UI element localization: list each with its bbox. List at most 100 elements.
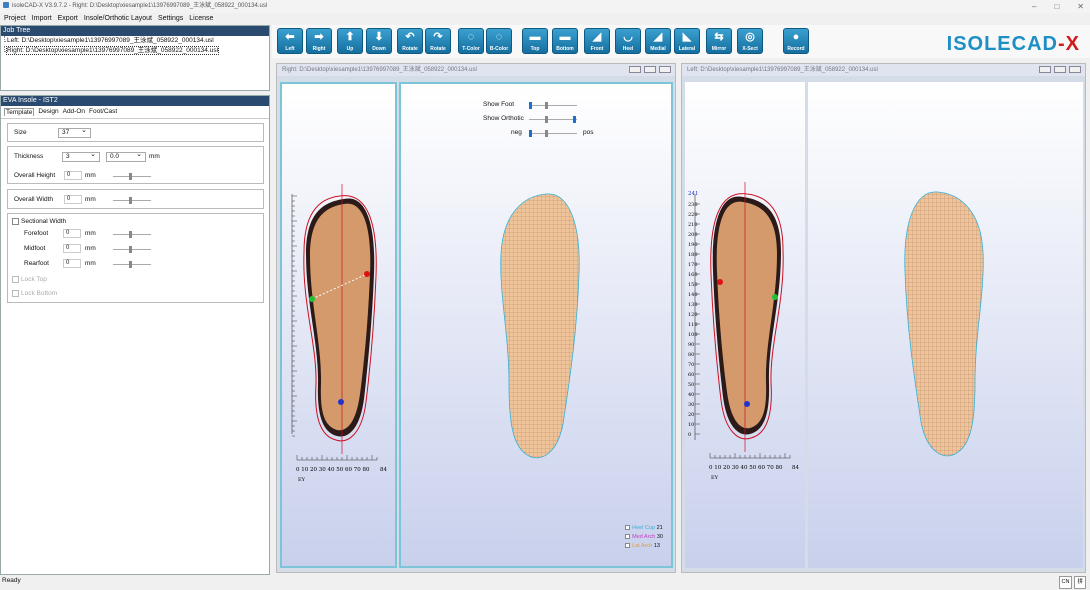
lock-top-checkbox[interactable]: Lock Top: [12, 276, 47, 283]
toolbar-button-bottom-9[interactable]: ▬ Bottom: [552, 28, 578, 54]
toolbar-button-label: Right: [312, 46, 326, 52]
rotate-ccw-icon: ↶: [405, 31, 415, 43]
menu-settings[interactable]: Settings: [158, 13, 183, 25]
right-plantar-pane[interactable]: 0 10 20 30 40 50 60 70 80 84 EY: [280, 82, 397, 568]
v-ruler-label: 130: [688, 302, 698, 308]
bottom-view-icon: ▬: [559, 31, 571, 43]
close-icon[interactable]: ✕: [1077, 0, 1084, 13]
v-ruler-label: 170: [688, 262, 698, 268]
midfoot-slider[interactable]: [113, 246, 151, 253]
left-view-minimize-button[interactable]: [1039, 66, 1051, 73]
orthotic-legend: Heel Cup 21 Med Arch 30 Lat Arch 13: [625, 524, 663, 551]
left-foot-view[interactable]: Left: D:\Desktop\xiesample1\13976997089_…: [681, 63, 1086, 573]
toolbar-button-label: Top: [530, 46, 540, 52]
toolbar-button-left-0[interactable]: ⬅ Left: [277, 28, 303, 54]
toolbar-button-medial-12[interactable]: ◢ Medial: [645, 28, 671, 54]
overall-height-input[interactable]: 0: [64, 171, 82, 180]
legend-item[interactable]: Heel Cup 21: [625, 524, 663, 533]
v-ruler-labels: 2302202102001901801701601501401301201101…: [688, 202, 700, 438]
left-h-ruler-side: EY: [711, 475, 719, 481]
thickness-select[interactable]: 3: [62, 151, 100, 162]
toolbar-button-label: Front: [590, 46, 604, 52]
left-plantar-pane[interactable]: 241 230 220 210 200 190 180 170 160 150 140 130 120…: [685, 82, 805, 568]
toolbar-button-lateral-13[interactable]: ◣ Lateral: [674, 28, 700, 54]
left-lateral-marker[interactable]: [717, 279, 723, 285]
toolbar-button-front-10[interactable]: ◢ Front: [584, 28, 610, 54]
v-ruler-label: 50: [688, 382, 694, 388]
toolbar-button-t-color-6[interactable]: ◌ T-Color: [458, 28, 484, 54]
toolbar-button-label: Down: [372, 46, 386, 52]
right-view-restore-button[interactable]: [644, 66, 656, 73]
tab-design[interactable]: Design: [38, 108, 58, 116]
lock-bottom-checkbox[interactable]: Lock Bottom: [12, 290, 57, 297]
job-tree-item-right[interactable]: Right: D:\Desktop\xiesample1\13976997089…: [1, 46, 269, 56]
left-medial-marker[interactable]: [772, 294, 778, 300]
toolbar-button-mirror-14[interactable]: ⇆ Mirror: [706, 28, 732, 54]
left-heel-marker[interactable]: [744, 401, 750, 407]
overall-height-slider[interactable]: [113, 173, 151, 180]
overall-width-input[interactable]: 0: [64, 195, 82, 204]
logo-cad: CAD: [1011, 33, 1058, 55]
menu-license[interactable]: License: [189, 13, 213, 25]
sectional-width-checkbox[interactable]: Sectional Width: [12, 218, 66, 225]
right-orthotic-pane[interactable]: Show Foot Show Orthotic neg pos Heel Cup…: [399, 82, 673, 568]
arrow-down-icon: ⬇: [374, 31, 384, 43]
maximize-icon[interactable]: □: [1054, 0, 1059, 13]
left-orthotic-pane[interactable]: [808, 82, 1083, 568]
tab-add-on[interactable]: Add-On: [63, 108, 85, 116]
medial-marker[interactable]: [309, 296, 315, 302]
ime-indicator[interactable]: CN: [1058, 576, 1073, 589]
left-orthotic-mesh[interactable]: [904, 191, 984, 457]
left-view-restore-button[interactable]: [1054, 66, 1066, 73]
toolbar-button-b-color-7[interactable]: ◌ B-Color: [486, 28, 512, 54]
size-select[interactable]: 37: [58, 127, 91, 138]
menu-import[interactable]: Import: [32, 13, 52, 25]
overall-width-group: Overall Width 0 mm: [7, 189, 264, 209]
tab-template[interactable]: Template: [4, 108, 35, 116]
left-h-ruler-labels: 0 10 20 30 40 50 60 70 80: [709, 465, 783, 471]
legend-item[interactable]: Med Arch 30: [625, 533, 663, 542]
right-view-close-button[interactable]: [659, 66, 671, 73]
menu-project[interactable]: Project: [4, 13, 26, 25]
thickness-offset-select[interactable]: 0.0: [106, 151, 146, 162]
lateral-marker[interactable]: [364, 271, 370, 277]
toolbar-button-record-16[interactable]: ● Record: [783, 28, 809, 54]
toolbar-button-label: Rotate: [402, 46, 418, 52]
right-view-minimize-button[interactable]: [629, 66, 641, 73]
toolbar-button-heel-11[interactable]: ◡ Heel: [615, 28, 641, 54]
rearfoot-input[interactable]: 0: [63, 259, 81, 268]
toolbar-button-up-2[interactable]: ⬆ Up: [337, 28, 363, 54]
rearfoot-slider[interactable]: [113, 261, 151, 268]
forefoot-input[interactable]: 0: [63, 229, 81, 238]
right-orthotic-mesh[interactable]: [500, 193, 580, 459]
job-tree-title: Job Tree: [1, 26, 269, 36]
left-view-close-button[interactable]: [1069, 66, 1081, 73]
menu-export[interactable]: Export: [58, 13, 78, 25]
midfoot-label: Midfoot: [24, 245, 46, 252]
midfoot-input[interactable]: 0: [63, 244, 81, 253]
top-view-icon: ▬: [529, 31, 541, 43]
minimize-icon[interactable]: –: [1032, 0, 1036, 13]
arrow-right-icon: ➡: [314, 31, 324, 43]
ime-mode-indicator[interactable]: 拼: [1074, 576, 1086, 589]
job-tree-item-left[interactable]: Left: D:\Desktop\xiesample1\13976997089_…: [1, 36, 269, 46]
thickness-unit: mm: [149, 153, 160, 160]
right-foot-view[interactable]: Right: D:\Desktop\xiesample1\13976997089…: [276, 63, 676, 573]
toolbar-button-right-1[interactable]: ➡ Right: [306, 28, 332, 54]
toolbar-button-label: B-Color: [489, 46, 509, 52]
toolbar-button-label: Bottom: [556, 46, 574, 52]
v-ruler-label: 190: [688, 242, 698, 248]
legend-item[interactable]: Lat Arch 13: [625, 542, 663, 551]
toolbar-button-rotate-5[interactable]: ↷ Rotate: [425, 28, 451, 54]
tab-foot-cast[interactable]: Foot/Cast: [89, 108, 117, 116]
left-view-title: Left: D:\Desktop\xiesample1\13976997089_…: [687, 67, 878, 73]
toolbar-button-top-8[interactable]: ▬ Top: [522, 28, 548, 54]
lock-bottom-label: Lock Bottom: [21, 290, 58, 298]
toolbar-button-rotate-4[interactable]: ↶ Rotate: [397, 28, 423, 54]
forefoot-slider[interactable]: [113, 231, 151, 238]
heel-marker[interactable]: [338, 399, 344, 405]
menu-layout[interactable]: Insole/Orthotic Layout: [84, 13, 152, 25]
overall-width-slider[interactable]: [113, 197, 151, 204]
toolbar-button-down-3[interactable]: ⬇ Down: [366, 28, 392, 54]
toolbar-button-x-sect-15[interactable]: ◎ X-Sect: [737, 28, 763, 54]
